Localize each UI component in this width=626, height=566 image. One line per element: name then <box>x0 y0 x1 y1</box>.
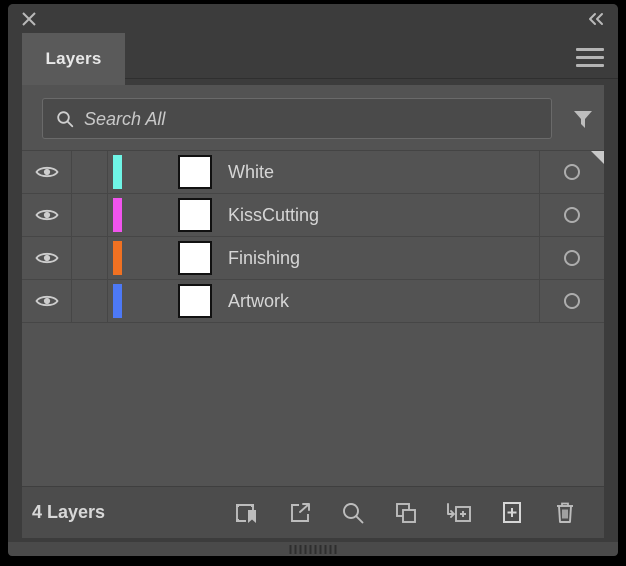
layer-name: Artwork <box>228 290 290 311</box>
eye-icon <box>34 209 59 221</box>
visibility-toggle[interactable] <box>22 280 72 322</box>
table-row[interactable]: White <box>22 151 604 194</box>
trash-icon[interactable] <box>550 498 580 528</box>
hamburger-menu-icon[interactable] <box>576 45 606 69</box>
target-indicator[interactable] <box>540 280 604 322</box>
layer-color-swatch <box>113 198 122 232</box>
lock-toggle[interactable] <box>72 280 108 322</box>
layer-thumbnail <box>178 198 212 232</box>
layer-color-swatch <box>113 241 122 275</box>
tab-layers[interactable]: Layers <box>22 33 125 85</box>
visibility-toggle[interactable] <box>22 151 72 193</box>
layer-thumbnail <box>178 155 212 189</box>
tabstrip-filler <box>125 33 618 79</box>
table-row[interactable]: KissCutting <box>22 194 604 237</box>
table-row[interactable]: Artwork <box>22 280 604 323</box>
layer-main-cell[interactable]: Artwork <box>108 280 540 322</box>
target-indicator[interactable] <box>540 237 604 279</box>
eye-icon <box>34 166 59 178</box>
layer-name: KissCutting <box>228 204 320 225</box>
magnifier-icon[interactable] <box>338 498 368 528</box>
layer-color-swatch <box>113 155 122 189</box>
tab-layers-label: Layers <box>45 49 102 68</box>
target-indicator[interactable] <box>540 194 604 236</box>
layer-color-swatch <box>113 284 122 318</box>
filter-funnel-icon[interactable] <box>567 103 599 133</box>
target-circle-icon <box>564 250 580 266</box>
panel-resize-grip[interactable] <box>8 542 618 556</box>
layer-name: White <box>228 161 275 182</box>
lock-toggle[interactable] <box>72 151 108 193</box>
layer-thumbnail <box>178 284 212 318</box>
collapse-double-chevron-icon[interactable] <box>584 8 608 30</box>
eye-icon <box>34 295 59 307</box>
search-icon <box>55 109 75 129</box>
target-circle-icon <box>564 164 580 180</box>
eye-icon <box>34 252 59 264</box>
new-sublayer-icon[interactable] <box>444 498 474 528</box>
panel-body: White <box>22 85 604 538</box>
release-to-layers-icon[interactable] <box>285 498 315 528</box>
new-layer-icon[interactable] <box>497 498 527 528</box>
visibility-toggle[interactable] <box>22 194 72 236</box>
lock-toggle[interactable] <box>72 237 108 279</box>
layer-list-empty-area[interactable] <box>22 323 604 485</box>
collect-layers-icon[interactable] <box>391 498 421 528</box>
search-row <box>22 85 604 151</box>
grip-lines-icon <box>289 545 337 554</box>
layer-name: Finishing <box>228 247 301 268</box>
table-row[interactable]: Finishing <box>22 237 604 280</box>
search-input[interactable] <box>84 106 551 131</box>
search-field[interactable] <box>42 98 552 139</box>
layers-panel-root: Layers Search All White KissCutting Fini… <box>0 0 626 566</box>
layer-list[interactable]: White KissCutting Finishing Artwork <box>22 151 604 485</box>
target-circle-icon <box>564 207 580 223</box>
panel-frame: Layers Search All White KissCutting Fini… <box>8 4 618 542</box>
close-icon[interactable] <box>18 8 40 30</box>
layer-count-label: 4 Layers <box>32 502 106 522</box>
panel-tabstrip: Layers <box>8 33 618 85</box>
visibility-toggle[interactable] <box>22 237 72 279</box>
layer-main-cell[interactable]: White <box>108 151 540 193</box>
target-circle-icon <box>564 293 580 309</box>
layer-main-cell[interactable]: Finishing <box>108 237 540 279</box>
current-layer-marker <box>591 151 604 164</box>
locate-object-icon[interactable] <box>232 498 262 528</box>
panel-statusbar: 4 Layers <box>22 486 604 538</box>
statusbar-buttons <box>232 487 580 539</box>
layer-main-cell[interactable]: KissCutting <box>108 194 540 236</box>
layer-thumbnail <box>178 241 212 275</box>
lock-toggle[interactable] <box>72 194 108 236</box>
panel-titlebar <box>8 4 618 33</box>
